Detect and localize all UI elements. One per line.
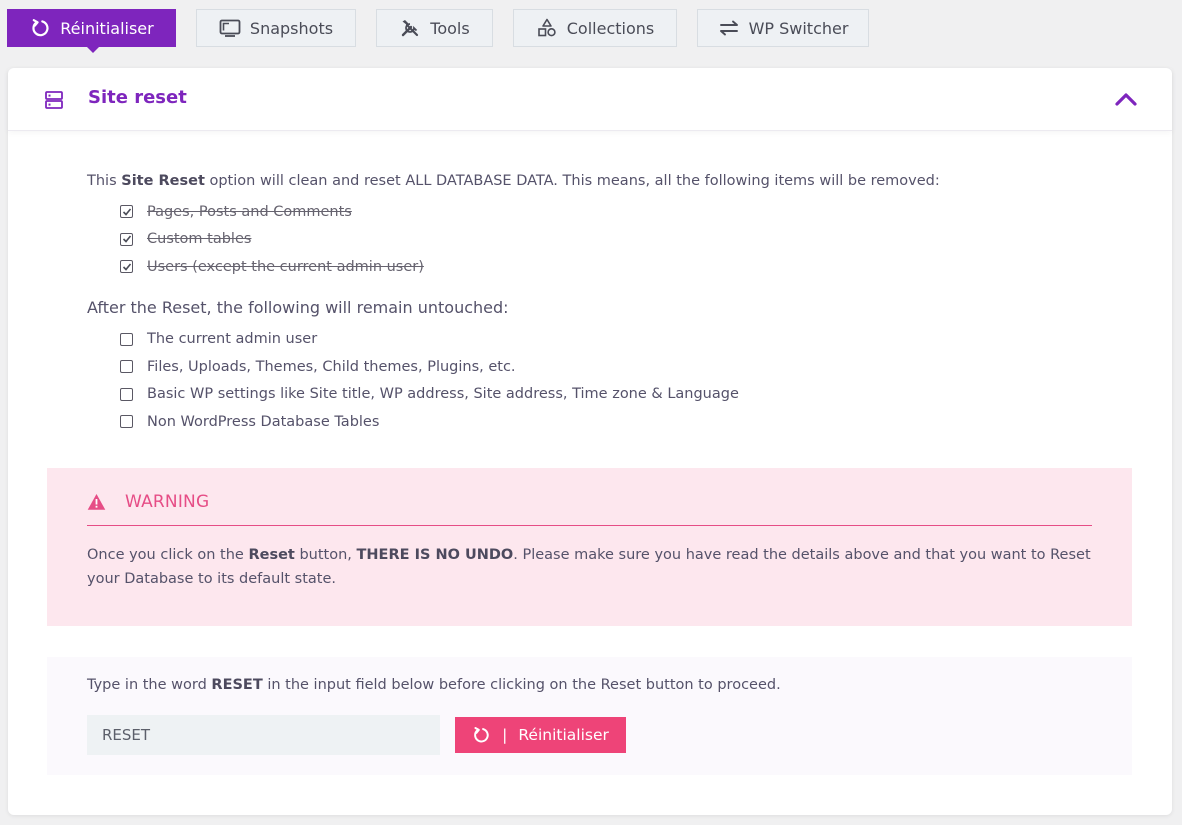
- empty-box-icon: [120, 415, 133, 429]
- kept-item-label: Non WordPress Database Tables: [147, 413, 380, 430]
- removed-item-label: Custom tables: [147, 231, 252, 248]
- reset-button[interactable]: | Réinitialiser: [455, 717, 626, 753]
- server-icon: [44, 90, 64, 110]
- button-separator: |: [502, 726, 508, 744]
- empty-box-icon: [120, 387, 133, 401]
- tab-label: Collections: [566, 18, 655, 38]
- tools-icon: [399, 18, 421, 38]
- panel-header[interactable]: Site reset: [8, 68, 1172, 131]
- swap-icon: [718, 18, 740, 38]
- reset-icon: [29, 18, 51, 38]
- tab-label: Snapshots: [249, 18, 334, 38]
- kept-item-label: Basic WP settings like Site title, WP ad…: [147, 386, 739, 403]
- kept-items-list: The current admin user Files, Uploads, T…: [120, 326, 1087, 436]
- list-item: Non WordPress Database Tables: [120, 408, 1087, 436]
- list-item: Pages, Posts and Comments: [120, 198, 1087, 226]
- reset-icon: [472, 726, 490, 744]
- checked-box-icon: [120, 232, 133, 246]
- kept-heading: After the Reset, the following will rema…: [87, 297, 509, 317]
- kept-item-label: Files, Uploads, Themes, Child themes, Pl…: [147, 358, 516, 375]
- panel-content: This Site Reset option will clean and re…: [87, 170, 1087, 436]
- shapes-icon: [536, 18, 558, 38]
- list-item: Custom tables: [120, 226, 1087, 254]
- list-item: The current admin user: [120, 326, 1087, 354]
- list-item: Files, Uploads, Themes, Child themes, Pl…: [120, 353, 1087, 381]
- tab-tools[interactable]: Tools: [376, 9, 493, 47]
- reset-button-label: Réinitialiser: [518, 726, 609, 744]
- removed-item-label: Users (except the current admin user): [147, 258, 424, 275]
- empty-box-icon: [120, 332, 133, 346]
- tab-label: WP Switcher: [748, 18, 849, 38]
- removed-item-label: Pages, Posts and Comments: [147, 203, 352, 220]
- list-item: Basic WP settings like Site title, WP ad…: [120, 381, 1087, 409]
- warning-triangle-icon: [87, 493, 106, 511]
- tab-wp-switcher[interactable]: WP Switcher: [697, 9, 869, 47]
- site-reset-panel: Site reset This Site Reset option will c…: [8, 68, 1172, 815]
- list-item: Users (except the current admin user): [120, 253, 1087, 281]
- tab-label: Réinitialiser: [60, 18, 154, 38]
- empty-box-icon: [120, 360, 133, 374]
- kept-item-label: The current admin user: [147, 331, 318, 348]
- tab-reinitialiser[interactable]: Réinitialiser: [7, 9, 176, 53]
- reset-confirm-box: Type in the word RESET in the input fiel…: [47, 657, 1132, 775]
- chevron-up-icon[interactable]: [1114, 88, 1138, 110]
- checked-box-icon: [120, 260, 133, 274]
- warning-text: Once you click on the Reset button, THER…: [87, 547, 1091, 587]
- checked-box-icon: [120, 205, 133, 219]
- tab-snapshots[interactable]: Snapshots: [196, 9, 356, 47]
- warning-box: WARNING Once you click on the Reset butt…: [47, 468, 1132, 626]
- monitor-icon: [219, 18, 241, 38]
- panel-title: Site reset: [88, 87, 187, 108]
- warning-header: WARNING: [87, 490, 1092, 526]
- warning-title: WARNING: [125, 492, 210, 512]
- removed-items-list: Pages, Posts and Comments Custom tables …: [120, 198, 1087, 281]
- tab-collections[interactable]: Collections: [513, 9, 677, 47]
- intro-text: This Site Reset option will clean and re…: [87, 173, 940, 189]
- tab-label: Tools: [430, 18, 470, 38]
- confirm-instructions: Type in the word RESET in the input fiel…: [87, 677, 781, 693]
- reset-confirm-input[interactable]: [87, 715, 440, 755]
